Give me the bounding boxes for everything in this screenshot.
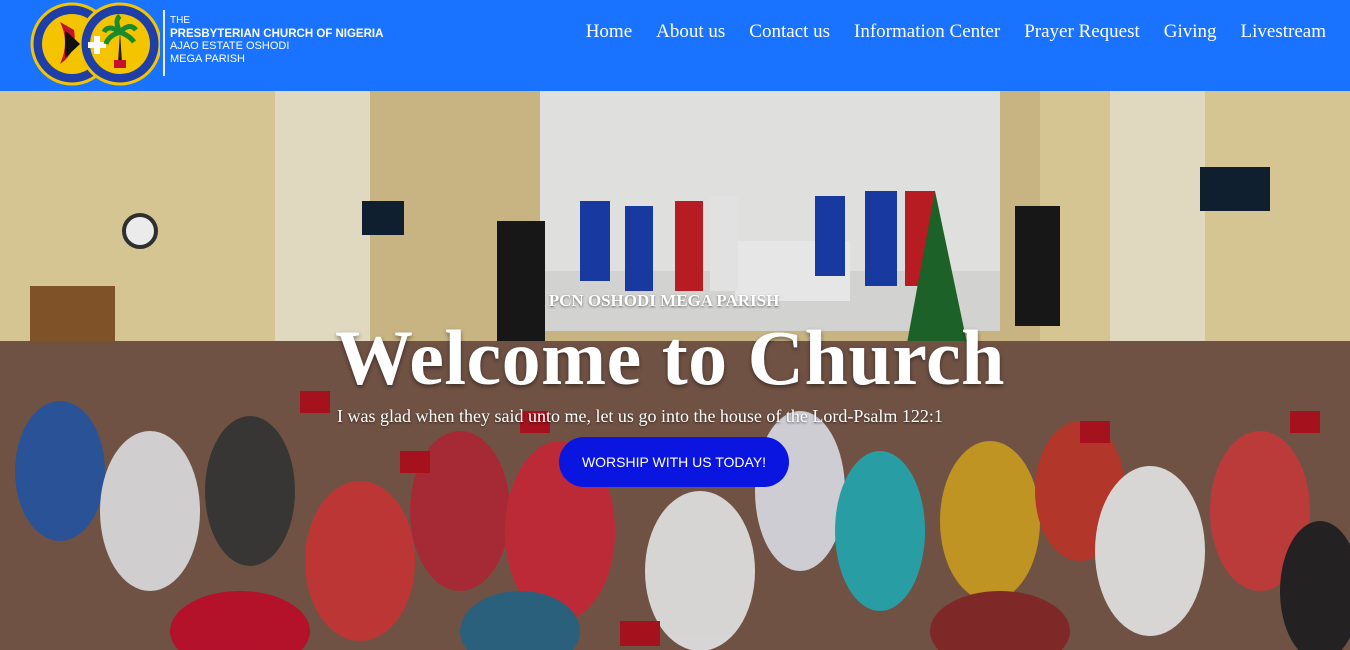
worship-with-us-button[interactable]: WORSHIP WITH US TODAY! <box>559 437 789 487</box>
nav-prayer-request[interactable]: Prayer Request <box>1012 20 1152 44</box>
logo-line-3: AJAO ESTATE OSHODI <box>170 40 290 52</box>
nav-home[interactable]: Home <box>574 20 644 44</box>
hero-kicker: PCN OSHODI MEGA PARISH <box>0 291 1350 311</box>
hero-kicker-text: PCN OSHODI MEGA PARISH <box>548 291 780 310</box>
site-header: THE PRESBYTERIAN CHURCH OF NIGERIA AJAO … <box>0 0 1350 91</box>
nav-giving[interactable]: Giving <box>1152 20 1229 44</box>
logo-divider <box>163 10 165 76</box>
main-nav: Home About us Contact us Information Cen… <box>574 20 1338 44</box>
hero-subline: I was glad when they said unto me, let u… <box>337 406 943 426</box>
hero-headline: Welcome to Church <box>335 314 1005 401</box>
logo-line-1: THE <box>170 15 190 26</box>
nav-contact-us[interactable]: Contact us <box>737 20 842 44</box>
logo-line-2: PRESBYTERIAN CHURCH OF NIGERIA <box>170 27 384 40</box>
logo-text: THE PRESBYTERIAN CHURCH OF NIGERIA AJAO … <box>170 15 383 65</box>
logo-line-4: MEGA PARISH <box>170 52 245 65</box>
nav-about-us[interactable]: About us <box>644 20 737 44</box>
nav-information-center[interactable]: Information Center <box>842 20 1012 44</box>
site-logo[interactable]: THE PRESBYTERIAN CHURCH OF NIGERIA AJAO … <box>30 2 390 86</box>
hero-section: PCN OSHODI MEGA PARISH Welcome to Church… <box>0 91 1350 650</box>
nav-livestream[interactable]: Livestream <box>1229 20 1338 44</box>
church-seal-icon <box>30 2 160 86</box>
